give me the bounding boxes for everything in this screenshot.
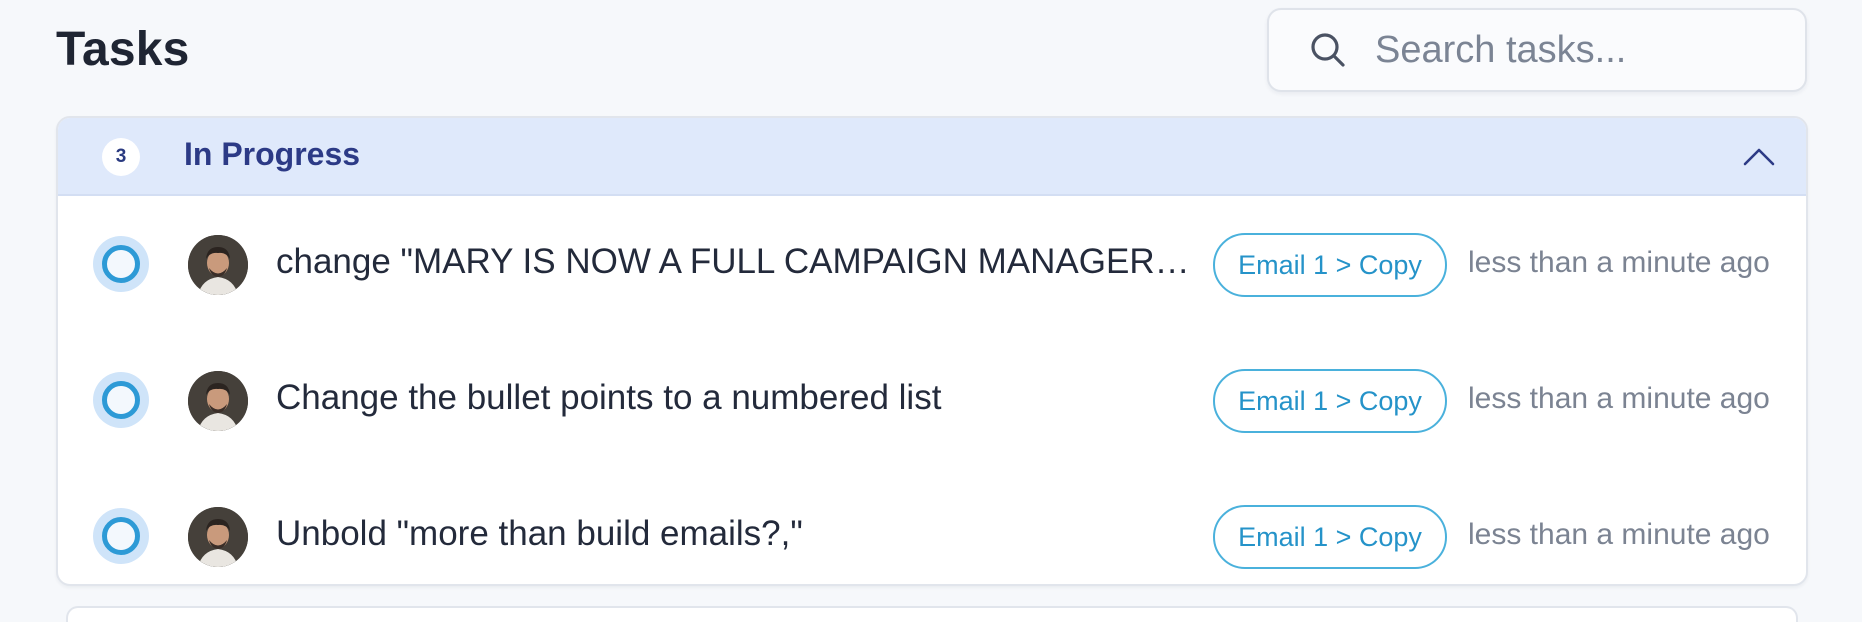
search-box[interactable] [1267, 8, 1807, 92]
tasks-page: Tasks 3 In Progress [0, 0, 1862, 622]
page-title: Tasks [56, 23, 190, 76]
task-location-tag[interactable]: Email 1 > Copy [1213, 505, 1447, 569]
search-icon [1307, 29, 1349, 71]
task-row[interactable]: Unbold "more than build emails?," Email … [58, 470, 1806, 584]
task-title[interactable]: Change the bullet points to a numbered l… [276, 378, 1246, 418]
search-input[interactable] [1375, 28, 1775, 72]
task-location-tag[interactable]: Email 1 > Copy [1213, 369, 1447, 433]
in-progress-circle-icon[interactable] [93, 508, 149, 564]
chevron-up-icon[interactable] [1734, 132, 1784, 182]
avatar [188, 371, 248, 431]
avatar [188, 507, 248, 567]
task-title[interactable]: Unbold "more than build emails?," [276, 514, 1246, 554]
group-title: In Progress [184, 136, 361, 172]
in-progress-circle-icon[interactable] [93, 372, 149, 428]
task-row[interactable]: change "MARY IS NOW A FULL CAMPAIGN MANA… [58, 198, 1806, 334]
group-header[interactable]: 3 In Progress [58, 118, 1806, 196]
task-row[interactable]: Change the bullet points to a numbered l… [58, 334, 1806, 470]
task-timestamp: less than a minute ago [1468, 518, 1770, 551]
task-location-tag[interactable]: Email 1 > Copy [1213, 233, 1447, 297]
in-progress-circle-icon[interactable] [93, 236, 149, 292]
task-timestamp: less than a minute ago [1468, 382, 1770, 415]
next-task-group [66, 606, 1798, 622]
task-timestamp: less than a minute ago [1468, 246, 1770, 279]
avatar [188, 235, 248, 295]
task-title[interactable]: change "MARY IS NOW A FULL CAMPAIGN MANA… [276, 242, 1246, 282]
task-count-badge: 3 [102, 138, 140, 176]
task-group-in-progress: 3 In Progress change "MARY IS NOW A FULL… [56, 116, 1808, 586]
